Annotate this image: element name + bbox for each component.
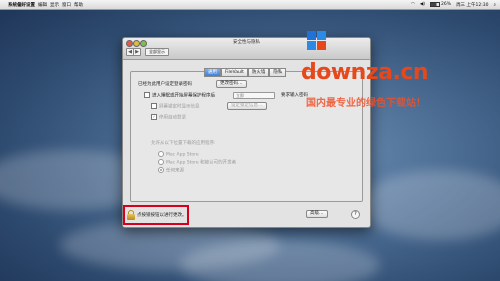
option-identified-developers[interactable]: Mac App Store 和被认可的开发者 [158, 159, 236, 166]
set-lock-message-button[interactable]: 设定锁定信息… [227, 102, 267, 110]
lock-instruction: 点按锁按钮以进行更改。 [137, 213, 187, 218]
menu-app-name[interactable]: 系统偏好设置 [8, 2, 35, 8]
disable-auto-login-row: 停用自动登录 [151, 114, 186, 121]
option-anywhere[interactable]: 任何来源 [158, 167, 184, 174]
lock-highlight-box[interactable]: 点按锁按钮以进行更改。 [123, 205, 189, 225]
lock-icon[interactable] [127, 210, 135, 220]
volume-icon[interactable]: ◀) [420, 2, 425, 7]
show-message-checkbox[interactable] [151, 103, 157, 109]
disable-auto-login-checkbox[interactable] [151, 114, 157, 120]
require-password-delay-select[interactable]: 立即 [233, 92, 275, 99]
require-password-row: 进入睡眠或开始屏幕保护程序后 [144, 92, 215, 99]
show-all-button[interactable]: 全部显示 [145, 48, 169, 56]
radio-app-store[interactable] [158, 151, 164, 157]
menu-view[interactable]: 显示 [50, 2, 59, 8]
radio-identified-developers[interactable] [158, 159, 164, 165]
battery-percent: 26% [441, 2, 452, 7]
battery-icon [430, 2, 441, 7]
wifi-icon[interactable]: ◠ [411, 2, 415, 7]
clock[interactable]: 周三 上午12:30 [456, 2, 488, 8]
tab-privacy[interactable]: 隐私 [269, 68, 287, 77]
downza-logo-icon [307, 31, 327, 51]
advanced-button[interactable]: 高级… [306, 210, 328, 218]
spotlight-icon[interactable]: ⌕ [493, 2, 496, 8]
watermark-tagline: 国内最专业的绿色下载站！ [306, 98, 426, 109]
help-button[interactable]: ? [351, 210, 360, 219]
tab-panel: 已经为此用户设定登录密码 更改密码… 进入睡眠或开始屏幕保护程序后 立即 要求输… [130, 71, 363, 202]
menu-edit[interactable]: 编辑 [38, 2, 47, 8]
battery-status[interactable]: 26% [430, 2, 451, 7]
menu-window[interactable]: 窗口 [62, 2, 71, 8]
tab-filevault[interactable]: FileVault [221, 68, 248, 77]
option-app-store[interactable]: Mac App Store [158, 151, 199, 158]
password-set-label: 已经为此用户设定登录密码 [138, 82, 192, 87]
menu-help[interactable]: 帮助 [74, 2, 83, 8]
menu-extras: ◠ ◀) 26% 周三 上午12:30 ⌕ [411, 0, 496, 9]
tab-bar: 通用 FileVault 防火墙 隐私 [204, 68, 287, 77]
window-title: 安全性与隐私 [233, 40, 260, 45]
allow-apps-label: 允许从以下位置下载的应用程序: [151, 141, 216, 146]
tab-general[interactable]: 通用 [204, 68, 221, 77]
window-titlebar: 安全性与隐私 ◀ ▶ 全部显示 [123, 38, 370, 60]
radio-anywhere[interactable] [158, 167, 164, 173]
require-password-suffix: 要求输入密码 [281, 93, 308, 98]
tab-firewall[interactable]: 防火墙 [247, 68, 270, 77]
require-password-checkbox[interactable] [144, 92, 150, 98]
change-password-button[interactable]: 更改密码… [216, 80, 247, 88]
menu-bar: 系统偏好设置 编辑 显示 窗口 帮助 ◠ ◀) 26% 周三 上午12:30 ⌕ [0, 0, 500, 10]
window-bottom-bar: 点按锁按钮以进行更改。 高级… ? [123, 205, 370, 227]
show-message-row: 屏幕锁定时显示信息 [151, 103, 200, 110]
watermark-site: downza.cn [301, 60, 429, 85]
forward-button[interactable]: ▶ [133, 48, 141, 56]
